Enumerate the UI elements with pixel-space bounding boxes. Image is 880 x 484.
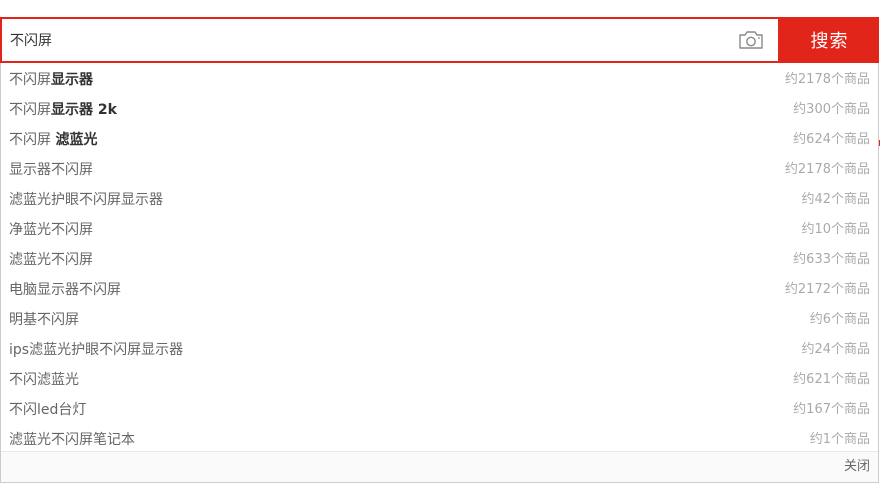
suggestion-highlight: 显示器 2k xyxy=(51,102,117,118)
suggestion-keyword: ips滤蓝光护眼不闪屏显示器 xyxy=(9,342,183,358)
suggestion-prefix: 滤蓝光护眼不闪屏显示器 xyxy=(9,192,163,208)
search-page: 搜索 不闪屏显示器约2178个商品不闪屏显示器 2k约300个商品不闪屏 滤蓝光… xyxy=(0,0,880,484)
search-bar: 搜索 xyxy=(0,17,879,63)
suggestion-item[interactable]: 滤蓝光护眼不闪屏显示器 约42个商品 xyxy=(1,185,878,215)
suggestion-prefix: 不闪滤蓝光 xyxy=(9,372,79,388)
suggestion-count: 约2178个商品 xyxy=(784,72,870,87)
suggestion-count: 约621个商品 xyxy=(793,372,870,387)
suggestion-highlight: 显示器 xyxy=(51,72,93,88)
suggestion-count: 约6个商品 xyxy=(809,312,870,327)
suggestion-prefix: 不闪led台灯 xyxy=(9,402,87,418)
close-button[interactable]: 关闭 xyxy=(844,452,870,482)
suggestion-count: 约300个商品 xyxy=(793,102,870,117)
suggestion-highlight: 滤蓝光 xyxy=(55,132,98,148)
suggestion-item[interactable]: 滤蓝光不闪屏 约633个商品 xyxy=(1,245,878,275)
suggestion-keyword: 滤蓝光护眼不闪屏显示器 xyxy=(9,192,163,208)
suggestion-prefix: 明基不闪屏 xyxy=(9,312,79,328)
suggestion-keyword: 电脑显示器不闪屏 xyxy=(9,282,121,298)
suggestion-count: 约2178个商品 xyxy=(784,162,870,177)
suggestion-prefix: 滤蓝光不闪屏笔记本 xyxy=(9,432,135,448)
suggestion-keyword: 不闪屏显示器 2k xyxy=(9,102,117,118)
suggestion-count: 约2172个商品 xyxy=(784,282,870,297)
suggestion-item[interactable]: 电脑显示器不闪屏 约2172个商品 xyxy=(1,275,878,305)
suggestion-item[interactable]: ips滤蓝光护眼不闪屏显示器 约24个商品 xyxy=(1,335,878,365)
suggestion-keyword: 不闪屏 滤蓝光 xyxy=(9,132,97,148)
suggestion-count: 约24个商品 xyxy=(801,342,870,357)
search-input[interactable] xyxy=(10,19,710,61)
suggestion-item[interactable]: 不闪屏 滤蓝光 约624个商品 xyxy=(1,125,878,155)
suggestion-keyword: 净蓝光不闪屏 xyxy=(9,222,93,238)
suggestion-prefix: 净蓝光不闪屏 xyxy=(9,222,93,238)
suggestion-prefix: 电脑显示器不闪屏 xyxy=(9,282,121,298)
suggestion-item[interactable]: 不闪滤蓝光 约621个商品 xyxy=(1,365,878,395)
suggestion-item[interactable]: 净蓝光不闪屏 约10个商品 xyxy=(1,215,878,245)
suggestion-keyword: 滤蓝光不闪屏笔记本 xyxy=(9,432,135,448)
suggestion-count: 约42个商品 xyxy=(801,192,870,207)
suggestion-dropdown: 不闪屏显示器 约2178个商品 不闪屏显示器 2k 约300个商品 不闪屏 滤蓝光 约62… xyxy=(0,63,879,483)
suggestion-count: 约624个商品 xyxy=(793,132,870,147)
suggestion-prefix: ips滤蓝光护眼不闪屏显示器 xyxy=(9,342,184,358)
suggestion-prefix: 不闪屏 xyxy=(9,102,51,118)
suggestion-item[interactable]: 不闪屏显示器 2k 约300个商品 xyxy=(1,95,878,125)
suggestion-keyword: 不闪屏显示器 xyxy=(9,72,93,88)
suggestion-count: 约167个商品 xyxy=(793,402,870,417)
suggestion-item[interactable]: 不闪led台灯 约167个商品 xyxy=(1,395,878,425)
suggestion-item[interactable]: 明基不闪屏 约6个商品 xyxy=(1,305,878,335)
suggestion-count: 约10个商品 xyxy=(801,222,870,237)
suggestion-keyword: 不闪滤蓝光 xyxy=(9,372,79,388)
suggestion-item[interactable]: 显示器不闪屏 约2178个商品 xyxy=(1,155,878,185)
search-box xyxy=(0,17,780,63)
suggestion-prefix: 不闪屏 xyxy=(9,72,51,88)
suggestion-keyword: 滤蓝光不闪屏 xyxy=(9,252,93,268)
suggestion-keyword: 不闪led台灯 xyxy=(9,402,86,418)
suggestion-item[interactable]: 不闪屏显示器 约2178个商品 xyxy=(1,65,878,95)
camera-icon[interactable] xyxy=(738,30,764,50)
suggestion-keyword: 显示器不闪屏 xyxy=(9,162,93,178)
suggestion-list: 不闪屏显示器 约2178个商品 不闪屏显示器 2k 约300个商品 不闪屏 滤蓝光 约62… xyxy=(1,63,878,455)
search-button[interactable]: 搜索 xyxy=(780,17,879,63)
suggestion-keyword: 明基不闪屏 xyxy=(9,312,79,328)
suggestion-prefix: 显示器不闪屏 xyxy=(9,162,93,178)
suggestion-count: 约633个商品 xyxy=(793,252,870,267)
suggestion-prefix: 不闪屏 xyxy=(9,132,56,148)
dropdown-footer: 关闭 xyxy=(1,451,878,482)
suggestion-prefix: 滤蓝光不闪屏 xyxy=(9,252,93,268)
